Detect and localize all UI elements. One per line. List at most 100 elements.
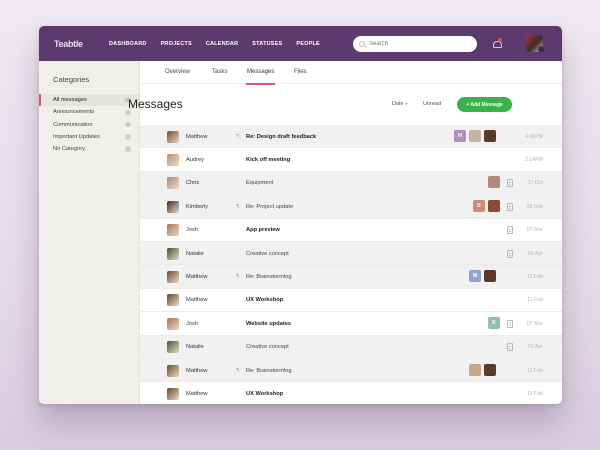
message-date: 11 Feb [527,390,543,397]
message-row[interactable]: Josh App preview 07 Mar [140,219,562,242]
message-date: 2:14PM [525,156,543,163]
reply-icon: ↰ [235,273,241,280]
sidebar-item[interactable]: Important Updates 2 [39,131,140,143]
participant-avatar[interactable] [484,363,496,376]
sender-name: Matthew [186,273,208,280]
sidebar-title: Categories [53,75,90,84]
attachment-icon[interactable] [507,226,513,235]
tab-bar: Overview Tasks Messages Files [140,61,562,85]
sender-avatar [167,270,179,283]
tab-tasks[interactable]: Tasks [212,69,227,75]
unread-filter[interactable]: Unread [423,101,441,107]
date-sort-dropdown[interactable]: Date ▾ [392,101,408,107]
participant-avatar[interactable] [469,363,481,376]
message-date: 12 Feb [526,367,543,374]
message-row[interactable]: Audrey Kick off meeting 2:14PM [140,148,562,172]
sender-name: Audrey [186,156,205,163]
message-subject: Creative concept [246,250,289,257]
sidebar-item-count-badge: 5 [125,121,131,128]
tab-files[interactable]: Files [294,69,307,75]
participants [488,176,503,189]
message-subject: App preview [246,227,280,234]
top-navigation-bar: Teabtle DASHBOARD PROJECTS CALENDAR STAT… [39,26,562,61]
nav-dashboard[interactable]: DASHBOARD [109,41,147,47]
participant-avatar[interactable] [488,176,500,189]
participant-avatar[interactable] [488,199,500,212]
tab-messages[interactable]: Messages [245,69,276,85]
message-subject: Re: Brainstorming [246,367,292,374]
bell-shape [493,41,502,48]
search-box[interactable] [353,36,477,52]
nav-people[interactable]: PEOPLE [296,41,320,47]
sender-avatar [167,294,179,307]
app-logo[interactable]: Teabtle [54,39,83,49]
date-sort-label: Date [392,101,404,107]
search-input[interactable] [369,41,469,47]
attachment-icon[interactable] [507,343,513,352]
sidebar-item-label: All messages [53,97,87,104]
message-date: 19 Sep [526,203,543,210]
sender-name: Matthew [186,367,208,374]
message-subject: Kick off meeting [246,156,291,163]
attachment-icon[interactable] [507,249,513,258]
nav-calendar[interactable]: CALENDAR [206,41,238,47]
sender-avatar [167,317,179,330]
sender-name: Matthew [186,390,208,397]
participant-initial-badge[interactable]: H [454,129,466,142]
user-avatar[interactable] [526,35,545,53]
message-date: 12 Feb [526,273,543,280]
message-date: 4:46PM [525,133,543,140]
sidebar-item[interactable]: All messages 12 [39,94,140,107]
message-date: 03 Apr [528,250,543,257]
participant-avatar[interactable] [484,129,496,142]
main-nav: DASHBOARD PROJECTS CALENDAR STATUSES PEO… [109,26,334,61]
participant-initial-badge[interactable]: S [473,199,485,212]
participants: M [469,269,499,283]
attachment-icon[interactable] [507,202,513,211]
nav-projects[interactable]: PROJECTS [161,41,192,47]
sender-avatar [167,387,179,400]
participant-initial-badge[interactable]: M [469,269,481,282]
message-row[interactable]: Matthew UX Workshop 11 Feb [140,382,562,404]
message-row[interactable]: Kimberly ↰ Re: Project update S 19 Sep [140,195,562,219]
participant-avatar[interactable] [469,129,481,142]
nav-statuses[interactable]: STATUSES [252,41,282,47]
search-icon [359,41,365,47]
message-subject: Website updates [246,320,292,327]
notification-bell-icon[interactable] [493,38,503,50]
app-window: Teabtle DASHBOARD PROJECTS CALENDAR STAT… [39,26,562,404]
message-row[interactable]: Matthew ↰ Re: Design draft feedback H 4:46PM [140,125,562,149]
sender-name: Matthew [186,133,208,140]
participant-avatar[interactable] [484,269,496,282]
message-row[interactable]: Josh Website updates K 07 Mar [140,312,562,336]
add-message-button[interactable]: + Add Message [457,97,512,112]
sender-name: Natalie [186,250,204,257]
tab-overview[interactable]: Overview [165,69,190,75]
sender-name: Chris [186,180,200,187]
message-date: 07 Mar [526,320,543,327]
sidebar-item[interactable]: Communication 5 [39,119,140,131]
message-row[interactable]: Matthew ↰ Re: Brainstorming M 12 Feb [140,265,562,289]
message-row[interactable]: Natalie Creative concept 03 Apr [140,335,562,359]
categories-sidebar: Categories All messages 12 Announcements 0 C… [39,61,140,404]
sender-avatar [167,364,179,377]
message-row[interactable]: Natalie Creative concept 03 Apr [140,242,562,266]
sidebar-item[interactable]: Announcements 0 [39,106,140,118]
notification-dot [498,38,502,42]
message-subject: UX Workshop [246,297,284,304]
message-row[interactable]: Matthew UX Workshop 11 Feb [140,289,562,313]
chevron-down-icon: ▾ [405,101,408,106]
sidebar-item[interactable]: No Category 0 [39,143,140,155]
reply-icon: ↰ [235,367,241,374]
sender-avatar [167,130,179,143]
attachment-icon[interactable] [507,179,513,188]
sender-avatar [167,224,179,237]
sidebar-item-label: Communication [53,121,93,128]
message-row[interactable]: Matthew ↰ Re: Brainstorming 12 Feb [140,359,562,383]
participants: S [473,199,503,213]
message-row[interactable]: Chris Equipment 17 Oct [140,171,562,196]
attachment-icon[interactable] [507,319,513,328]
participant-initial-badge[interactable]: K [488,316,500,329]
reply-icon: ↰ [235,133,241,140]
message-date: 17 Oct [527,180,543,187]
